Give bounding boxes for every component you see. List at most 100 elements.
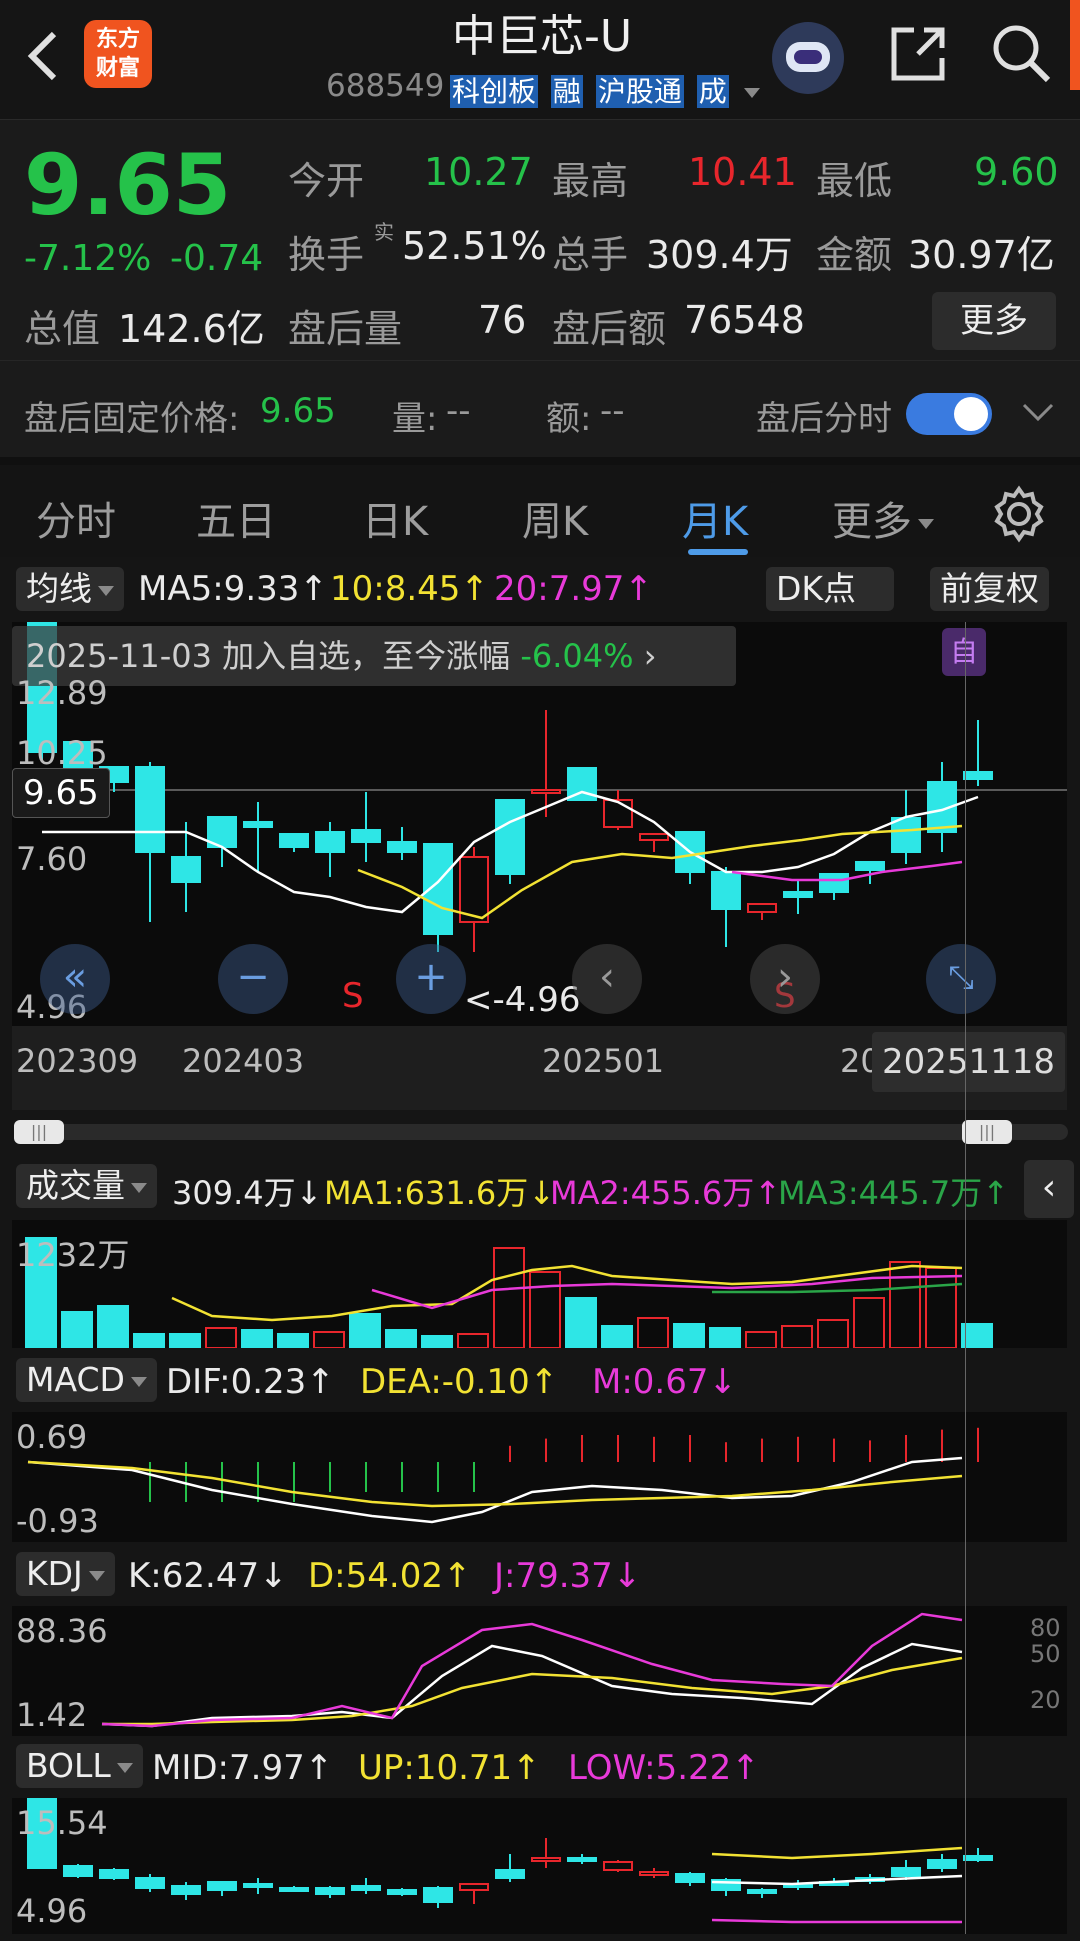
volume-label: 总手 <box>552 233 629 277</box>
avatar-robot-icon[interactable] <box>772 22 844 94</box>
left-icon[interactable]: ‹ <box>572 944 642 1014</box>
tab-5day[interactable]: 五日 <box>196 489 276 547</box>
volume-axis-top: 1232万 <box>16 1236 130 1274</box>
candle-body <box>855 861 885 871</box>
collapse-arrow-icon[interactable]: ‹ <box>1024 1160 1074 1218</box>
kline-chart[interactable]: 2025-11-03 加入自选，至今涨幅 -6.04% › 自 12.89 10… <box>12 622 1067 1110</box>
amount-value: 30.97亿 <box>908 233 1055 277</box>
boll-candle-body <box>171 1885 201 1895</box>
volume-bar <box>169 1333 201 1348</box>
volume-bar <box>457 1333 489 1348</box>
boll-candle-body <box>351 1885 381 1891</box>
high-label: 最高 <box>552 159 629 203</box>
change-pct: -7.12% <box>24 238 152 279</box>
watch-flag: 自 <box>942 628 986 676</box>
range-handle-left[interactable]: ||| <box>14 1120 64 1144</box>
candle-body <box>639 833 669 841</box>
candle-body <box>531 789 561 794</box>
volume-bar <box>853 1297 885 1348</box>
boll-up: UP:10.71↑ <box>358 1748 541 1788</box>
volume-ma1: MA1:631.6万↓ <box>324 1174 556 1212</box>
candle-body <box>783 891 813 898</box>
ma5-value: MA5:9.33↑ <box>138 569 328 609</box>
boll-axis-top: 15.54 <box>16 1804 108 1842</box>
boll-axis-bottom: 4.96 <box>16 1892 88 1930</box>
tab-daily[interactable]: 日K <box>362 489 428 547</box>
badge: 科创板 <box>450 75 539 108</box>
ah-amt-value: 76548 <box>684 298 805 342</box>
tab-more[interactable]: 更多 <box>832 489 934 547</box>
boll-selector[interactable]: BOLL <box>16 1744 143 1788</box>
gear-icon[interactable] <box>990 485 1048 543</box>
ah-amount-label: 额: <box>546 399 592 439</box>
kdj-d: D:54.02↑ <box>308 1556 472 1596</box>
tab-intraday[interactable]: 分时 <box>36 489 116 547</box>
top-nav: 东方 财富 中巨芯-U 688549 科创板 融 沪股通 成 <box>0 0 1080 120</box>
date-tick: 202403 <box>182 1042 305 1080</box>
boll-candle-body <box>603 1861 633 1871</box>
tab-monthly[interactable]: 月K <box>682 489 748 547</box>
boll-candle-body <box>279 1887 309 1892</box>
boll-candle-body <box>63 1865 93 1877</box>
back-arrow-icon[interactable] <box>22 28 62 84</box>
last-price: 9.65 <box>24 136 232 234</box>
kdj-selector[interactable]: KDJ <box>16 1552 115 1596</box>
volume-bar <box>277 1333 309 1348</box>
ah-amt-label: 盘后额 <box>552 307 667 351</box>
tab-weekly[interactable]: 周K <box>522 489 588 547</box>
volume-bar <box>421 1335 453 1348</box>
zoom-in-icon[interactable]: + <box>396 944 466 1014</box>
mktcap-value: 142.6亿 <box>118 307 265 351</box>
volume-bar <box>313 1331 345 1348</box>
range-handle-right[interactable]: ||| <box>962 1120 1012 1144</box>
volume-bar <box>385 1329 417 1348</box>
ma-selector[interactable]: 均线 <box>16 567 124 611</box>
low-label: 最低 <box>816 159 893 203</box>
macd-dea-line <box>27 1460 963 1508</box>
turnover-sup: 实 <box>374 220 394 244</box>
dk-point-button[interactable]: DK点 <box>766 567 894 611</box>
open-value: 10.27 <box>424 150 533 194</box>
candle-body <box>315 831 345 853</box>
macd-dif: DIF:0.23↑ <box>166 1362 335 1402</box>
expand-icon[interactable]: ⤡ <box>926 944 996 1014</box>
volume-bar <box>601 1325 633 1348</box>
kdj-k: K:62.47↓ <box>128 1556 288 1596</box>
double-left-icon[interactable]: « <box>40 944 110 1014</box>
right-icon[interactable]: › <box>750 944 820 1014</box>
candle-body <box>891 817 921 853</box>
adjust-button[interactable]: 前复权 <box>930 567 1049 611</box>
change-amt: -0.74 <box>170 238 264 279</box>
more-button[interactable]: 更多 <box>932 292 1056 350</box>
kdj-ref-80: 80 <box>1030 1614 1061 1642</box>
volume-selector[interactable]: 成交量 <box>16 1164 157 1208</box>
ah-chart-toggle[interactable] <box>906 393 992 435</box>
volume-current: 309.4万↓ <box>172 1174 323 1212</box>
volume-bar <box>817 1319 849 1348</box>
open-label: 今开 <box>288 159 365 203</box>
macd-indicator-bar: MACD DIF:0.23↑ DEA:-0.10↑ M:0.67↓ <box>12 1358 1072 1408</box>
volume-bar <box>637 1317 669 1348</box>
ma-indicator-bar: 均线 MA5:9.33↑ 10:8.45↑ 20:7.97↑ DK点 前复权 <box>12 565 1072 615</box>
search-icon[interactable] <box>990 22 1054 86</box>
volume-bar <box>349 1313 381 1348</box>
volume-bar <box>781 1325 813 1348</box>
ah-volume-value: -- <box>446 391 471 431</box>
volume-ma3: MA3:445.7万↑ <box>778 1174 1010 1212</box>
sell-signal: S <box>342 976 364 1016</box>
volume-bar <box>61 1311 93 1348</box>
zoom-out-icon[interactable]: − <box>218 944 288 1014</box>
range-scrollbar[interactable] <box>14 1124 1068 1140</box>
price-axis-mid2: 7.60 <box>16 840 88 878</box>
boll-candle-body <box>927 1859 957 1869</box>
add-watch-banner[interactable]: 2025-11-03 加入自选，至今涨幅 -6.04% › <box>12 626 736 686</box>
scroll-indicator <box>1070 0 1080 90</box>
badge: 沪股通 <box>595 75 684 108</box>
kdj-j-line <box>101 1612 963 1728</box>
macd-selector[interactable]: MACD <box>16 1358 157 1402</box>
share-icon[interactable] <box>888 24 948 84</box>
boll-mid: MID:7.97↑ <box>152 1748 334 1788</box>
chevron-down-icon[interactable] <box>1020 401 1056 425</box>
chevron-down-icon[interactable] <box>743 88 760 98</box>
ah-chart-label: 盘后分时 <box>756 399 892 439</box>
